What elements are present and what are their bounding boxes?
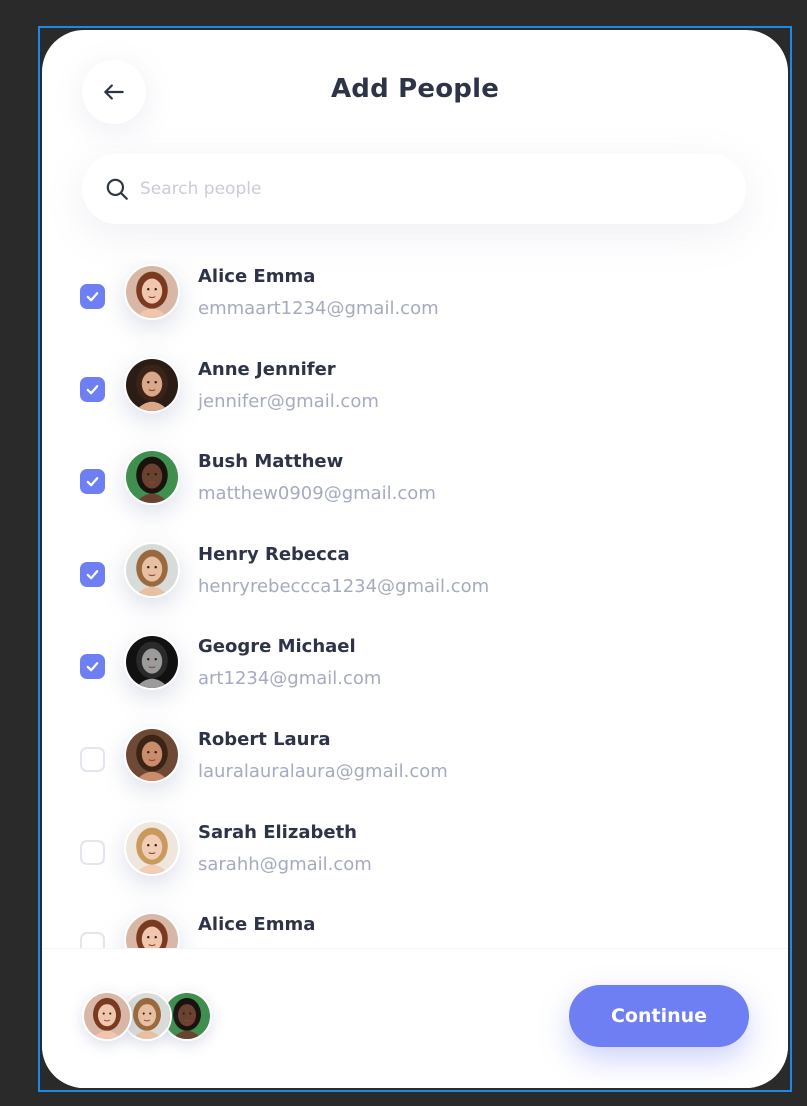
person-name: Sarah Elizabeth bbox=[198, 821, 357, 843]
selected-avatar bbox=[82, 991, 132, 1041]
person-name: Geogre Michael bbox=[198, 636, 356, 658]
list-item[interactable]: Alice Emmaemmaart1234@gmail.com bbox=[42, 908, 788, 948]
select-checkbox[interactable] bbox=[80, 747, 105, 772]
people-list[interactable]: Alice Emma emmaart1234@gmail.com Anne Jenn… bbox=[42, 260, 788, 948]
list-item[interactable]: Sarah Elizabeth sarahh@gmail.com bbox=[42, 816, 788, 908]
person-name: Bush Matthew bbox=[198, 451, 344, 473]
list-item[interactable]: Bush Matthew matthew0909@gmail.com bbox=[42, 445, 788, 537]
avatar bbox=[124, 449, 180, 506]
avatar bbox=[124, 541, 180, 598]
list-item[interactable]: Geogre Michael art1234@gmail.com bbox=[42, 630, 788, 722]
person-name: Robert Laura bbox=[198, 729, 331, 750]
person-photo-icon bbox=[126, 451, 178, 504]
selected-avatars-stack bbox=[82, 991, 222, 1043]
page-title: Add People bbox=[330, 74, 500, 104]
person-photo-icon bbox=[126, 543, 178, 596]
search-input[interactable] bbox=[140, 179, 700, 199]
person-photo-icon bbox=[126, 266, 178, 318]
check-icon bbox=[86, 662, 99, 672]
select-checkbox[interactable] bbox=[80, 932, 105, 948]
select-checkbox[interactable] bbox=[80, 839, 105, 865]
search-icon bbox=[106, 178, 128, 200]
continue-button[interactable]: Continue bbox=[569, 985, 749, 1047]
person-email: emmaart1234@gmail.com bbox=[198, 298, 439, 319]
list-item[interactable]: Henry Rebecca henryrebeccca1234@gmail.com bbox=[42, 538, 788, 630]
person-email: matthew0909@gmail.com bbox=[198, 483, 436, 505]
person-name: Alice Emma bbox=[198, 914, 316, 936]
person-email: sarahh@gmail.com bbox=[198, 853, 372, 875]
person-email: jennifer@gmail.com bbox=[198, 390, 379, 412]
person-photo-icon bbox=[126, 914, 178, 948]
select-checkbox[interactable] bbox=[80, 561, 105, 587]
person-photo-icon bbox=[126, 821, 178, 874]
person-name: Henry Rebecca bbox=[198, 543, 350, 565]
list-item[interactable]: Robert Laura lauralauralaura@gmail.com bbox=[42, 723, 788, 815]
person-name: Anne Jennifer bbox=[198, 358, 336, 380]
person-photo-icon bbox=[84, 993, 130, 1039]
avatar bbox=[124, 727, 180, 783]
check-icon bbox=[86, 292, 99, 302]
avatar bbox=[124, 264, 180, 320]
avatar bbox=[124, 634, 180, 691]
select-checkbox[interactable] bbox=[80, 284, 105, 309]
list-item[interactable]: Anne Jennifer jennifer@gmail.com bbox=[42, 353, 788, 445]
person-photo-icon bbox=[126, 358, 178, 411]
footer-bar: Continue bbox=[42, 948, 788, 1088]
person-email: art1234@gmail.com bbox=[198, 668, 382, 690]
avatar bbox=[124, 912, 180, 948]
list-item[interactable]: Alice Emma emmaart1234@gmail.com bbox=[42, 260, 788, 352]
check-icon bbox=[86, 384, 99, 394]
select-checkbox[interactable] bbox=[80, 469, 105, 495]
person-name: Alice Emma bbox=[198, 266, 316, 287]
person-email: henryrebeccca1234@gmail.com bbox=[198, 575, 490, 597]
person-photo-icon bbox=[126, 636, 178, 689]
check-icon bbox=[86, 569, 99, 580]
person-photo-icon bbox=[126, 729, 178, 781]
select-checkbox[interactable] bbox=[80, 654, 105, 680]
avatar bbox=[124, 819, 180, 876]
check-icon bbox=[86, 477, 99, 487]
avatar bbox=[124, 356, 180, 413]
person-email: lauralauralaura@gmail.com bbox=[198, 761, 448, 782]
select-checkbox[interactable] bbox=[80, 376, 105, 402]
add-people-card: Add People Alice Emma emmaart1234@gmail.c… bbox=[42, 30, 788, 1088]
search-bar[interactable] bbox=[82, 154, 746, 224]
